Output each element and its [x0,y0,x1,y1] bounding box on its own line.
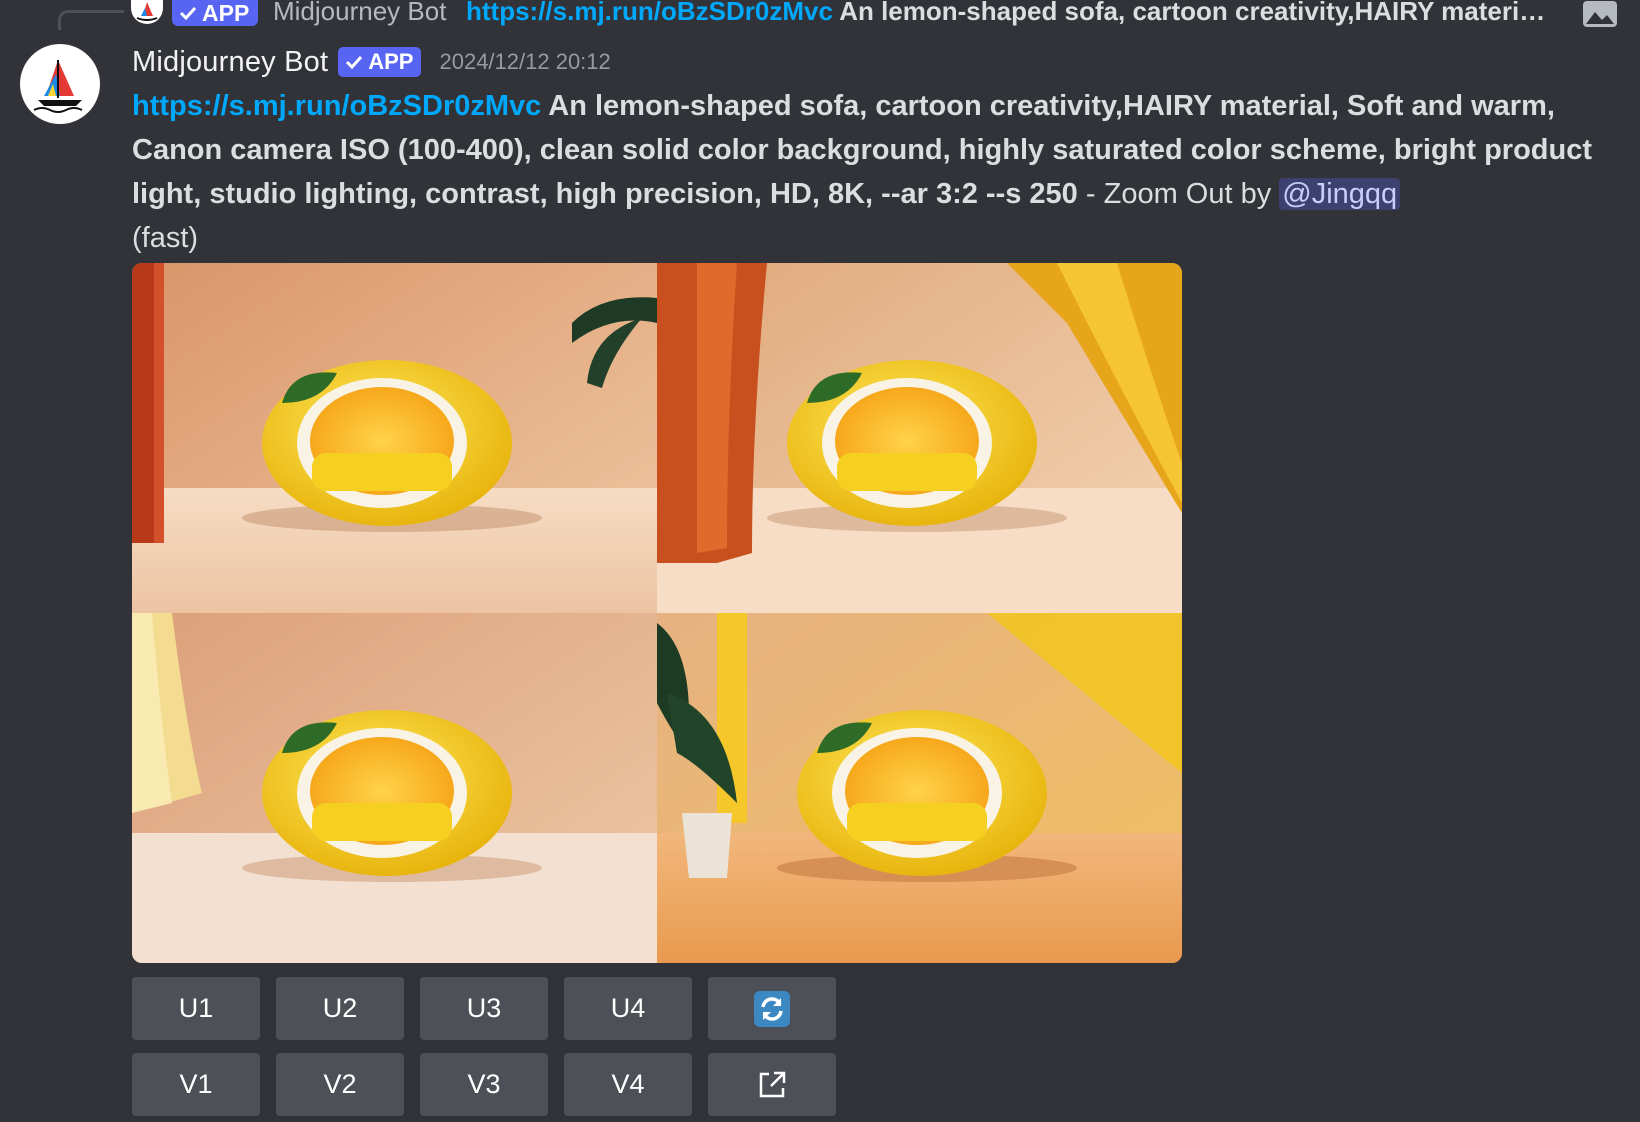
variation-button-row: V1 V2 V3 V4 [132,1053,836,1116]
grid-image-3[interactable] [132,613,657,963]
sailboat-icon [136,2,158,21]
reply-author[interactable]: Midjourney Bot [273,0,446,26]
open-web-button[interactable] [708,1053,836,1116]
upscale-3-button[interactable]: U3 [420,977,548,1040]
variation-4-button[interactable]: V4 [564,1053,692,1116]
user-mention[interactable]: @Jingqq [1279,178,1401,210]
refresh-icon [754,990,790,1027]
lemon-sofa-image [132,263,657,613]
message-content: https://s.mj.run/oBzSDr0zMvc An lemon-sh… [132,84,1612,260]
external-link-icon [759,1071,786,1097]
upscale-button-row: U1 U2 U3 U4 [132,977,836,1040]
mode-label: (fast) [132,222,199,254]
grid-image-4[interactable] [657,613,1182,963]
author-name[interactable]: Midjourney Bot [132,46,328,79]
variation-3-button[interactable]: V3 [420,1053,548,1116]
app-badge: APP [338,47,422,77]
reply-prompt-text: An lemon-shaped sofa, cartoon creativity… [832,0,1546,26]
reply-avatar[interactable] [131,0,163,24]
lemon-sofa-image [132,613,657,963]
reply-app-badge: APP [172,0,259,26]
reroll-button[interactable] [708,977,836,1040]
upscale-1-button[interactable]: U1 [132,977,260,1040]
message-header: Midjourney Bot APP 2024/12/12 20:12 [132,42,611,82]
sailboat-icon [33,60,83,113]
variation-2-button[interactable]: V2 [276,1053,404,1116]
image-icon [1583,1,1617,27]
variation-1-button[interactable]: V1 [132,1053,260,1116]
checkmark-icon [179,6,197,21]
reply-link[interactable]: https://s.mj.run/oBzSDr0zMvc [466,0,833,26]
reply-spine [58,10,124,30]
reply-preview[interactable]: https://s.mj.run/oBzSDr0zMvc An lemon-sh… [466,0,1566,26]
prompt-link[interactable]: https://s.mj.run/oBzSDr0zMvc [132,90,541,122]
reply-app-label: APP [202,0,250,26]
upscale-4-button[interactable]: U4 [564,977,692,1040]
discord-message-view: APP Midjourney Bot https://s.mj.run/oBzS… [0,0,1640,1122]
author-avatar[interactable] [20,44,100,124]
lemon-sofa-image [657,263,1182,613]
grid-image-2[interactable] [657,263,1182,613]
reply-reference[interactable]: APP Midjourney Bot https://s.mj.run/oBzS… [0,0,1640,30]
app-badge-label: APP [368,49,414,74]
upscale-2-button[interactable]: U2 [276,977,404,1040]
image-grid[interactable] [132,263,1182,963]
grid-image-1[interactable] [132,263,657,613]
lemon-sofa-image [657,613,1182,963]
timestamp[interactable]: 2024/12/12 20:12 [439,49,610,75]
checkmark-icon [346,55,363,70]
zoom-suffix: - Zoom Out by [1077,178,1280,210]
